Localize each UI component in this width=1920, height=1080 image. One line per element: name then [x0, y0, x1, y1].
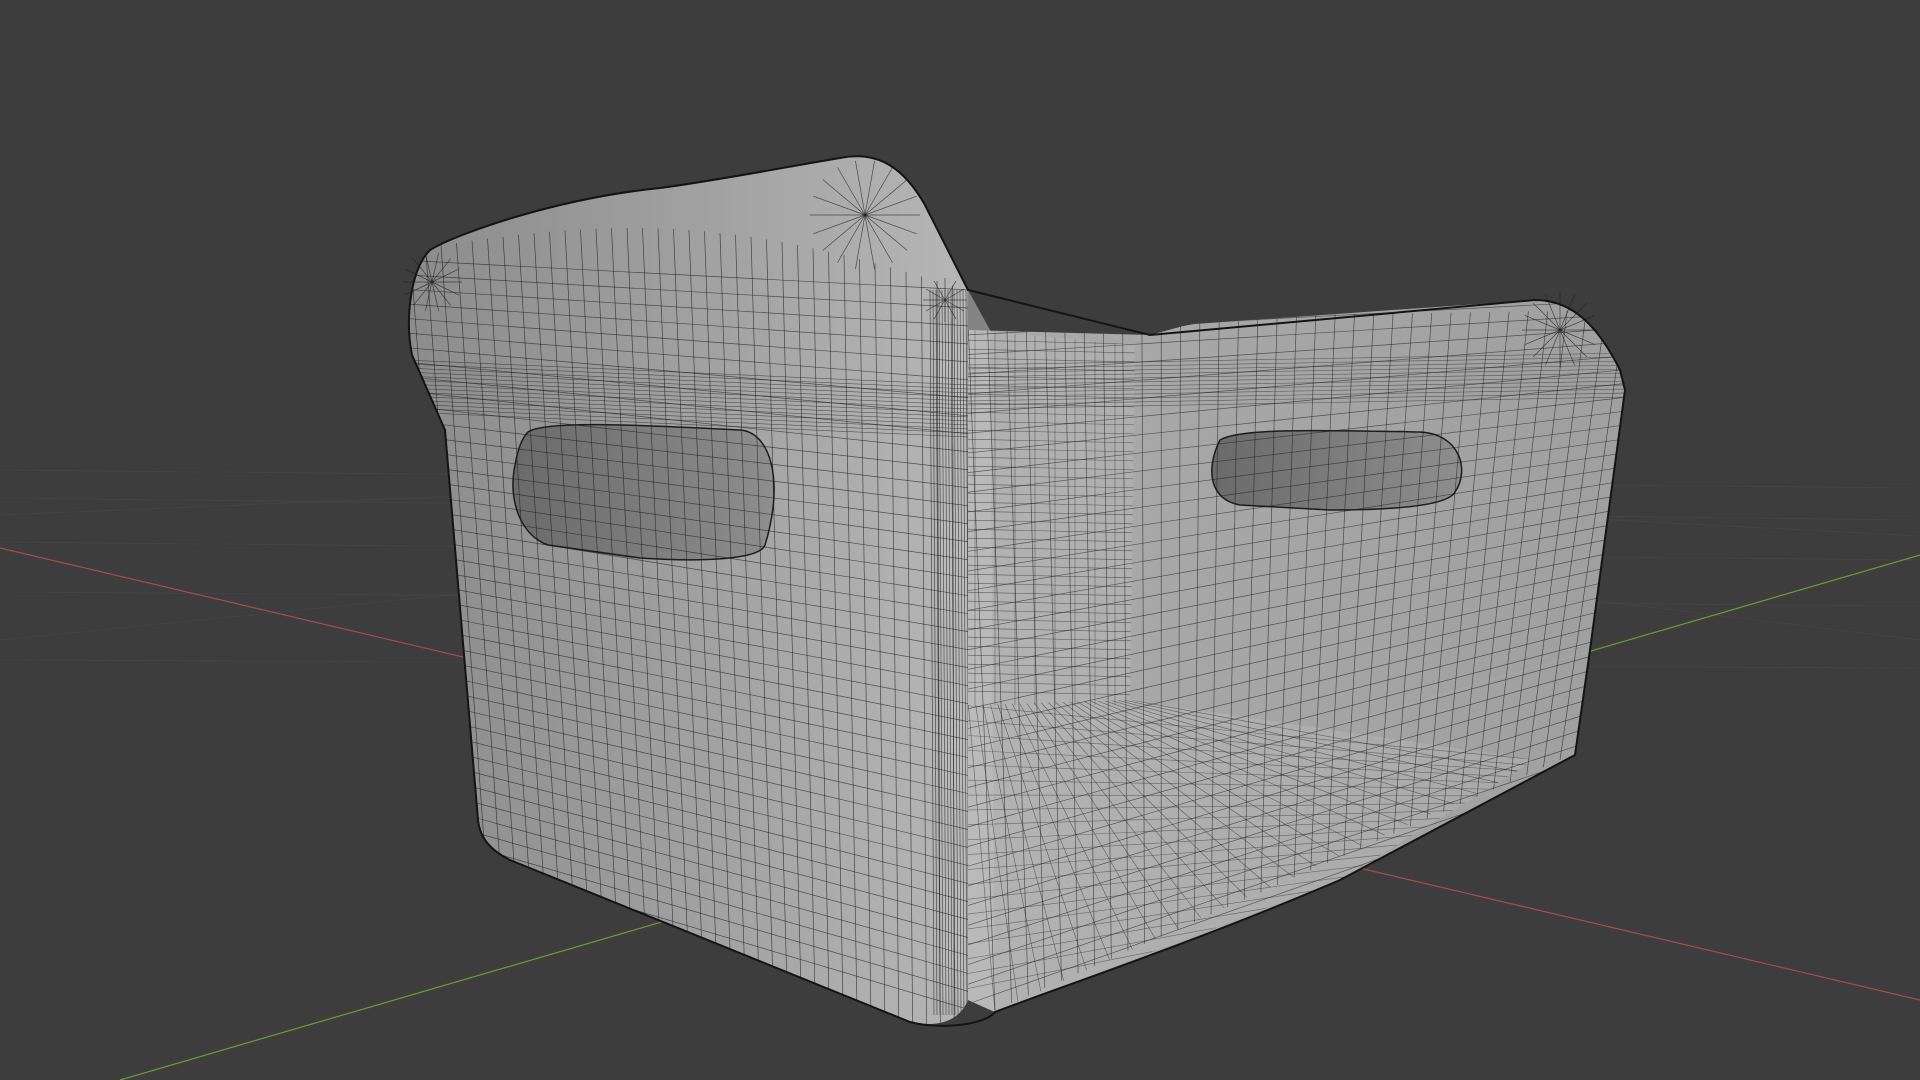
handle-hole-right — [1211, 429, 1463, 511]
viewport-canvas[interactable] — [0, 0, 1920, 1080]
crate-mesh[interactable] — [400, 155, 1630, 1030]
3d-viewport[interactable] — [0, 0, 1920, 1080]
